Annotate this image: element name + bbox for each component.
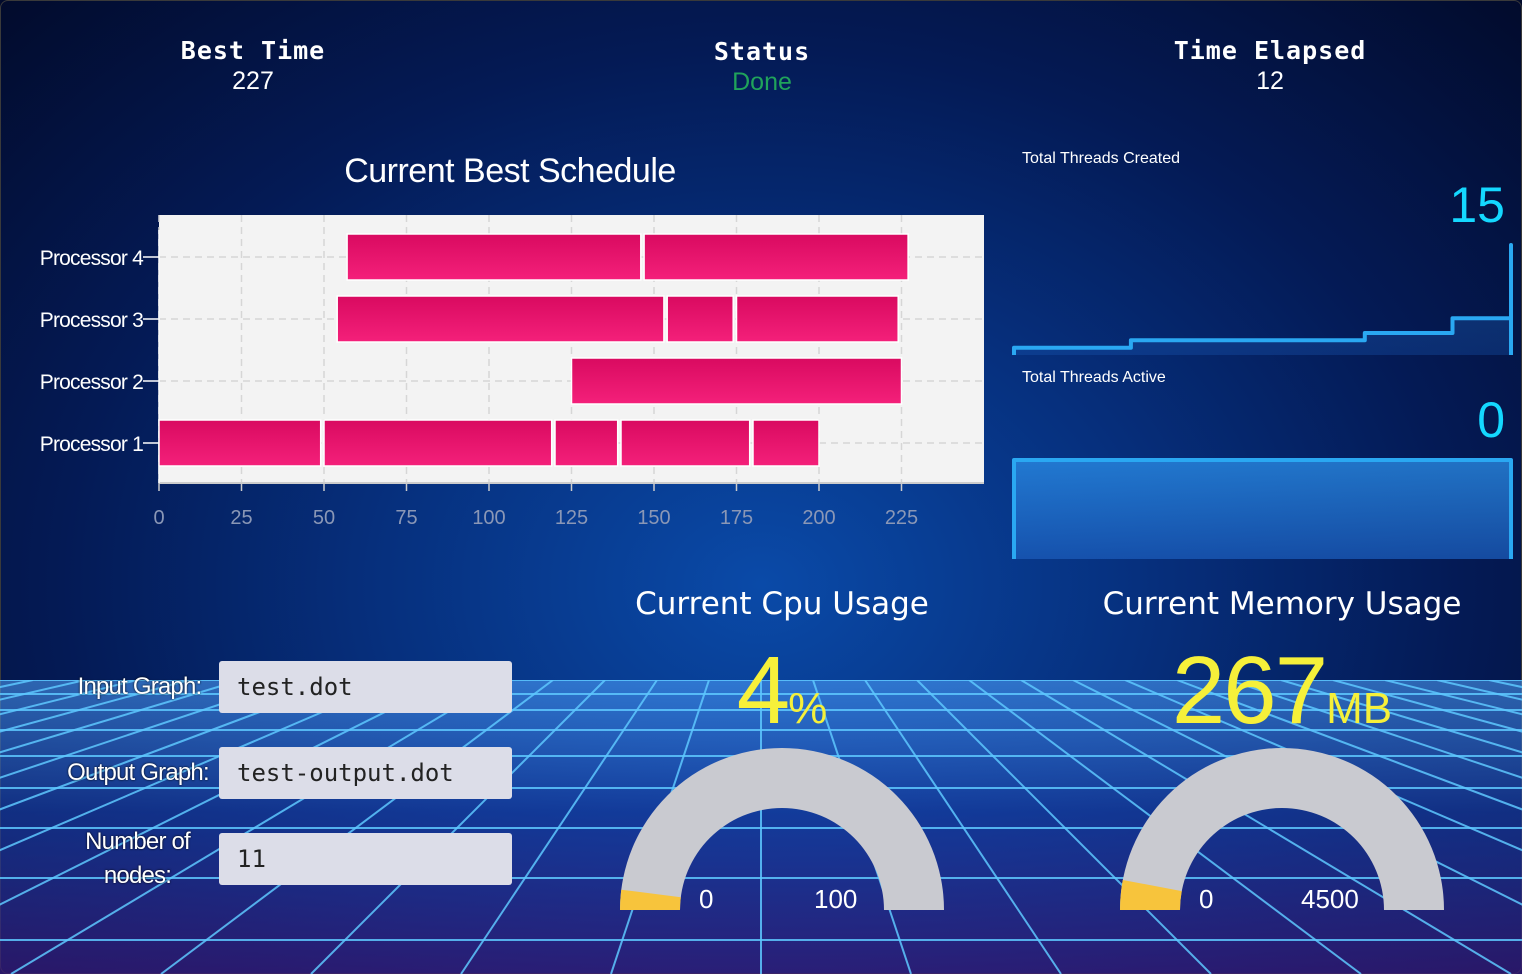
schedule-task-bar[interactable]	[620, 419, 751, 467]
best-time-stat: Best Time 227	[133, 36, 373, 96]
gantt-x-tick-label: 75	[395, 507, 417, 529]
schedule-task-bar[interactable]	[735, 295, 899, 343]
schedule-task-bar[interactable]	[323, 419, 553, 467]
gantt-x-tick-label: 175	[720, 507, 753, 529]
schedule-task-bar[interactable]	[554, 419, 619, 467]
threads-created-panel: Total Threads Created 15	[1010, 150, 1515, 365]
best-time-label: Best Time	[180, 36, 326, 65]
threads-created-sparkline	[1012, 243, 1513, 355]
schedule-task-bar[interactable]	[643, 233, 909, 281]
input-graph-row: Input Graph:	[0, 661, 520, 713]
num-nodes-field[interactable]	[219, 833, 512, 885]
gantt-x-tick-label: 200	[802, 507, 835, 529]
time-elapsed-stat: Time Elapsed 12	[1150, 36, 1390, 96]
gauge-track	[620, 748, 944, 910]
gantt-x-tick-label: 225	[885, 507, 918, 529]
cpu-usage-reading: 4%	[572, 636, 992, 746]
status-stat: Status Done	[642, 37, 882, 97]
status-value: Done	[732, 68, 792, 96]
status-label: Status	[713, 37, 811, 66]
schedule-task-bar[interactable]	[346, 233, 642, 281]
cpu-gauge	[620, 748, 944, 910]
gantt-y-label: Processor 3	[40, 309, 143, 332]
gantt-y-label: Processor 1	[40, 433, 143, 456]
cpu-gauge-max: 100	[814, 884, 858, 914]
cpu-usage-value: 4	[736, 637, 790, 744]
memory-usage-reading: 267MB	[1072, 636, 1492, 746]
gantt-y-label: Processor 4	[40, 247, 144, 270]
memory-usage-value: 267	[1171, 637, 1328, 744]
schedule-task-bar[interactable]	[336, 295, 665, 343]
gantt-x-tick-label: 50	[313, 507, 335, 529]
memory-gauge	[1120, 748, 1444, 910]
output-graph-label: Output Graph:	[67, 759, 209, 786]
gantt-x-tick-label: 125	[555, 507, 588, 529]
gantt-x-tick-label: 0	[153, 507, 164, 529]
num-nodes-row: Number of nodes:	[0, 828, 520, 889]
threads-active-panel: Total Threads Active 0	[1010, 369, 1515, 564]
input-graph-field[interactable]	[219, 661, 512, 713]
cpu-usage-unit: %	[788, 684, 828, 733]
memory-usage-title: Current Memory Usage	[1102, 586, 1462, 622]
memory-gauge-min: 0	[1199, 884, 1214, 914]
time-elapsed-label: Time Elapsed	[1173, 36, 1367, 65]
gantt-x-tick-label: 100	[472, 507, 505, 529]
input-graph-label: Input Graph:	[77, 673, 203, 700]
schedule-task-bar[interactable]	[158, 419, 322, 467]
time-elapsed-value: 12	[1256, 67, 1284, 95]
output-graph-row: Output Graph:	[0, 747, 520, 799]
memory-gauge-max: 4500	[1301, 884, 1359, 914]
schedule-task-bar[interactable]	[752, 419, 820, 467]
schedule-gantt-chart: 0 25 50 75 100 125 150 175 200 225 Processor 4 Proc…	[40, 215, 984, 529]
cpu-usage-title: Current Cpu Usage	[635, 586, 929, 622]
threads-active-sparkline	[1012, 458, 1513, 559]
sparkline-area	[1014, 460, 1511, 559]
best-time-value: 227	[232, 67, 274, 95]
gauge-track	[1120, 748, 1444, 910]
gantt-x-tick-label: 25	[230, 507, 252, 529]
gantt-y-label: Processor 2	[40, 371, 143, 394]
schedule-chart-title: Current Best Schedule	[344, 152, 676, 190]
memory-usage-unit: MB	[1326, 684, 1393, 733]
num-nodes-label: Number of nodes:	[85, 828, 191, 889]
schedule-task-bar[interactable]	[570, 357, 903, 405]
output-graph-field[interactable]	[219, 747, 512, 799]
schedule-task-bar[interactable]	[666, 295, 734, 343]
cpu-gauge-min: 0	[699, 884, 714, 914]
gantt-x-tick-label: 150	[637, 507, 670, 529]
